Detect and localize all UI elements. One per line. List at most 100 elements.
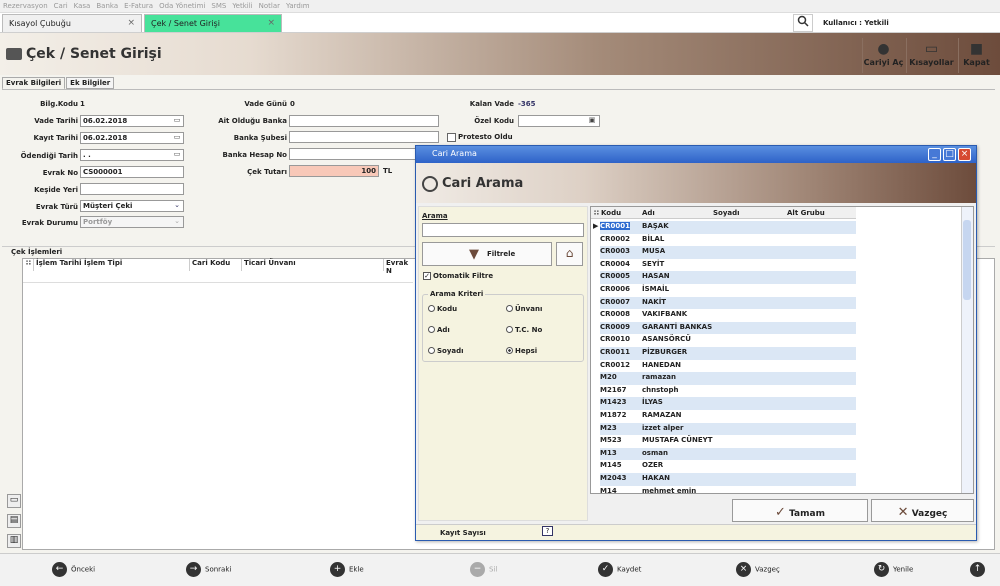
radio-soyadi[interactable]: Soyadı	[428, 347, 464, 355]
menu-item[interactable]: Yetkili	[229, 0, 255, 12]
ait-banka-input[interactable]	[289, 115, 439, 127]
table-row[interactable]: CR0011 PİZBURGER	[600, 347, 856, 360]
cek-tutari-input[interactable]: 100	[289, 165, 379, 177]
grid-column-header[interactable]: Soyadı	[713, 209, 740, 217]
ekle-button[interactable]: + Ekle	[330, 562, 364, 580]
menu-item[interactable]: Notlar	[256, 0, 283, 12]
menu-item[interactable]: Kasa	[71, 0, 94, 12]
tab-cek-senet[interactable]: Çek / Senet Girişi ×	[144, 14, 282, 32]
banka-hesap-input[interactable]	[289, 148, 419, 160]
kaydet-button[interactable]: ✓ Kaydet	[598, 562, 641, 580]
table-row[interactable]: CR0012 HANEDAN	[600, 360, 856, 373]
tab-kisayol[interactable]: Kısayol Çubuğu ×	[2, 14, 142, 32]
maximize-icon[interactable]: □	[943, 148, 956, 161]
scroll-top-button[interactable]: ↑	[970, 562, 989, 580]
lookup-icon[interactable]: ▣	[586, 116, 598, 126]
tab-ek-bilgiler[interactable]: Ek Bilgiler	[66, 77, 115, 89]
table-row[interactable]: M523 MUSTAFA CÜNEYT	[600, 435, 856, 448]
table-row[interactable]: CR0001 BAŞAK	[600, 221, 856, 234]
keside-yeri-input[interactable]	[80, 183, 184, 195]
search-icon[interactable]	[793, 14, 813, 32]
grid-column-header[interactable]: Kodu	[601, 209, 641, 217]
document-icon[interactable]: ▤	[7, 514, 21, 528]
banka-subesi-input[interactable]	[289, 131, 439, 143]
menu-item[interactable]: Yardım	[283, 0, 313, 12]
button-label: Cariyi Aç	[863, 58, 904, 67]
table-row[interactable]: CR0006 İSMAİL	[600, 284, 856, 297]
grid-column-header[interactable]: İşlem Tipi	[82, 259, 190, 271]
tamam-button[interactable]: ✓ Tamam	[732, 499, 868, 522]
sonraki-button[interactable]: → Sonraki	[186, 562, 231, 580]
close-icon[interactable]: ×	[958, 148, 971, 161]
radio-tc-no[interactable]: T.C. No	[506, 326, 542, 334]
table-row[interactable]: M2167 chnstoph	[600, 385, 856, 398]
menu-item[interactable]: Cari	[51, 0, 71, 12]
cell-kodu: CR0003	[600, 247, 631, 256]
menu-item[interactable]: SMS	[208, 0, 229, 12]
building-icon: ■	[969, 41, 984, 57]
calendar-icon[interactable]: ▭	[7, 494, 21, 508]
table-row[interactable]: M20 ramazan	[600, 372, 856, 385]
table-row[interactable]: CR0003 MUSA	[600, 246, 856, 259]
vazgec-button[interactable]: × Vazgeç	[736, 562, 780, 580]
table-row[interactable]: M14 mehmet emin	[600, 486, 856, 499]
cell-kodu: CR0006	[600, 285, 631, 293]
table-row[interactable]: CR0008 VAKIFBANK	[600, 309, 856, 322]
trash-icon[interactable]: ▥	[7, 534, 21, 548]
radio-unvani[interactable]: Ünvanı	[506, 305, 542, 313]
radio-hepsi[interactable]: Hepsi	[506, 347, 537, 355]
calendar-icon[interactable]: ▭	[171, 150, 183, 160]
grid-column-header[interactable]: Alt Grubu	[787, 209, 825, 217]
cell-adi: BAŞAK	[642, 222, 669, 230]
grid-column-header[interactable]: Adı	[642, 209, 655, 217]
dialog-titlebar[interactable]: Cari Arama	[416, 146, 976, 163]
vazgec-dialog-button[interactable]: ✕ Vazgeç	[871, 499, 974, 522]
cariyi-ac-button[interactable]: ● Cariyi Aç	[862, 38, 904, 73]
menu-item[interactable]: Rezervasyon	[0, 0, 51, 12]
table-row[interactable]	[23, 271, 413, 283]
close-icon[interactable]: ×	[127, 18, 135, 28]
vade-tarihi-input[interactable]: 06.02.2018	[80, 115, 184, 127]
menu-item[interactable]: Oda Yönetimi	[156, 0, 208, 12]
menu-item[interactable]: E-Fatura	[121, 0, 156, 12]
radio-kodu[interactable]: Kodu	[428, 305, 457, 313]
grid-column-header[interactable]: Evrak N	[384, 259, 416, 275]
tab-label: Çek / Senet Girişi	[151, 19, 220, 28]
filtrele-button[interactable]: ▼ Filtrele	[422, 242, 552, 266]
search-input[interactable]	[422, 223, 584, 237]
kayit-tarihi-input[interactable]: 06.02.2018	[80, 132, 184, 144]
grid-column-header[interactable]: Ticari Ünvanı	[242, 259, 384, 271]
onceki-button[interactable]: ← Önceki	[52, 562, 95, 580]
evrak-no-input[interactable]: CS000001	[80, 166, 184, 178]
table-row[interactable]: M23 izzet alper	[600, 422, 856, 436]
table-row[interactable]: CR0004 SEYİT	[600, 259, 856, 272]
help-button[interactable]: ?	[542, 526, 553, 536]
yenile-button[interactable]: ↻ Yenile	[874, 562, 913, 580]
kapat-button[interactable]: ■ Kapat	[958, 38, 994, 73]
table-row[interactable]: CR0002 BİLAL	[600, 234, 856, 247]
evrak-turu-select[interactable]: Müşteri Çeki	[80, 200, 184, 212]
close-icon[interactable]: ×	[267, 18, 275, 28]
table-row[interactable]: M2043 HAKAN	[600, 473, 856, 486]
chevron-down-icon[interactable]: ⌄	[171, 201, 183, 211]
radio-adi[interactable]: Adı	[428, 326, 450, 334]
table-row[interactable]: M1423 İLYAS	[600, 397, 856, 410]
scrollbar-thumb[interactable]	[963, 220, 971, 300]
table-row[interactable]: CR0005 HASAN	[600, 271, 856, 284]
grid-column-header[interactable]: Cari Kodu	[190, 259, 242, 271]
broom-icon[interactable]: ⌂	[556, 242, 583, 266]
otomatik-filtre-checkbox[interactable]: ✓	[423, 272, 431, 280]
table-row[interactable]: M1872 RAMAZAN	[600, 410, 856, 423]
odendigi-tarih-input[interactable]: . .	[80, 149, 184, 161]
calendar-icon[interactable]: ▭	[171, 116, 183, 126]
table-row[interactable]: M145 OZER	[600, 460, 856, 473]
kisayollar-button[interactable]: ▭ Kısayollar	[906, 38, 956, 73]
protesto-checkbox[interactable]	[447, 133, 456, 142]
calendar-icon[interactable]: ▭	[171, 133, 183, 143]
minimize-icon[interactable]: _	[928, 148, 941, 161]
table-row[interactable]: CR0010 ASANSÖRCÜ	[600, 334, 856, 347]
table-row[interactable]: M13 osman	[600, 447, 856, 461]
menu-item[interactable]: Banka	[93, 0, 121, 12]
table-row[interactable]: CR0007 NAKİT	[600, 296, 856, 310]
table-row[interactable]: CR0009 GARANTİ BANKAS	[600, 321, 856, 335]
